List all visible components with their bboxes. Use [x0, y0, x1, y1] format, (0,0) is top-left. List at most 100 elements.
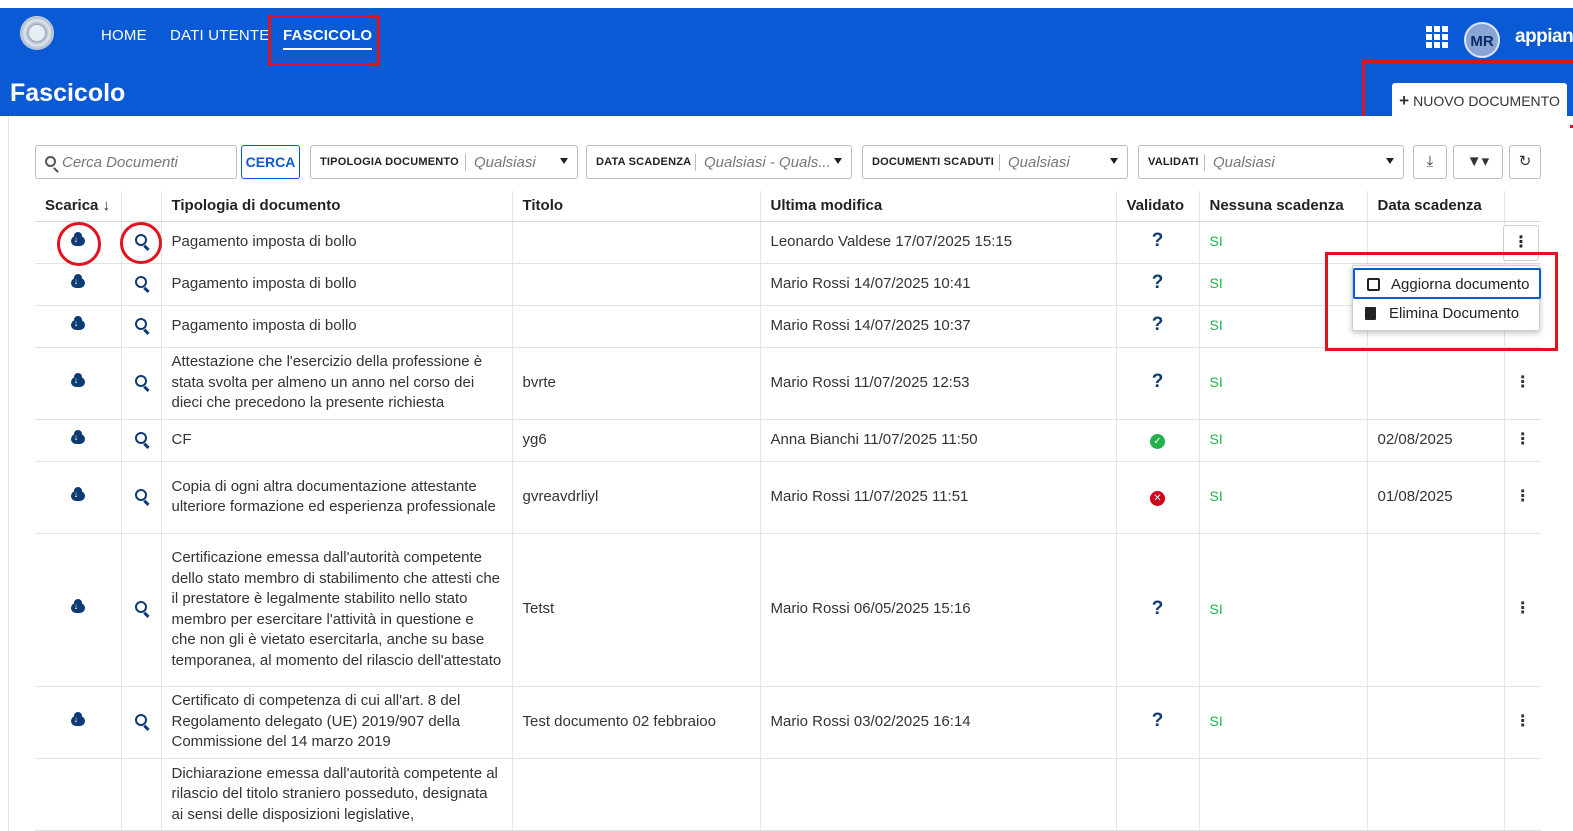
cell-titolo	[511, 263, 760, 306]
download-cloud-icon[interactable]	[70, 486, 85, 501]
cell-data-scadenza	[1366, 533, 1504, 687]
table-row: Dichiarazione emessa dall'autorità compe…	[35, 758, 1541, 831]
filter-data-scadenza[interactable]: DATA SCADENZA Qualsiasi - Quals...	[586, 145, 852, 179]
cell-titolo	[511, 221, 760, 264]
cell-modifica: Mario Rossi 11/07/2025 11:51	[759, 461, 1116, 534]
download-cloud-icon[interactable]	[70, 429, 85, 444]
search-button[interactable]: CERCA	[241, 145, 300, 179]
table-header-row: Scarica ↓ Tipologia di documento Titolo …	[35, 191, 1541, 222]
row-menu-icon[interactable]: ⋮	[1503, 533, 1541, 687]
magnifier-icon[interactable]	[135, 275, 147, 288]
download-cloud-icon[interactable]	[70, 711, 85, 726]
search-icon	[45, 156, 56, 167]
table-row: Copia di ogni altra documentazione attes…	[35, 461, 1541, 534]
cell-modifica: Mario Rossi 14/07/2025 10:41	[759, 263, 1116, 306]
magnifier-icon[interactable]	[135, 317, 147, 330]
app-header: HOME DATI UTENTE FASCICOLO MR appian Fas…	[0, 8, 1573, 118]
table-row: Pagamento imposta di bollo Mario Rossi 1…	[35, 305, 1541, 348]
app-launcher-icon[interactable]	[1426, 26, 1448, 48]
page-title: Fascicolo	[10, 79, 126, 107]
cell-titolo	[511, 758, 760, 831]
cell-modifica: Mario Rossi 03/02/2025 16:14	[759, 686, 1116, 759]
magnifier-icon[interactable]	[135, 713, 147, 726]
export-download-icon[interactable]: ⤓	[1413, 145, 1447, 179]
question-icon: ?	[1151, 272, 1164, 294]
cell-modifica	[759, 758, 1116, 831]
cell-tipologia: Pagamento imposta di bollo	[160, 263, 512, 306]
filter-label: DATA SCADENZA	[596, 156, 692, 168]
question-icon: ?	[1151, 230, 1164, 252]
row-menu-icon[interactable]: ⋮	[1503, 347, 1541, 420]
chevron-down-icon	[560, 158, 568, 164]
row-menu-icon[interactable]: ⋮	[1503, 686, 1541, 759]
magnifier-icon[interactable]	[135, 374, 147, 387]
cell-tipologia: Dichiarazione emessa dall'autorità compe…	[160, 758, 512, 831]
check-circle-icon: ✓	[1150, 433, 1165, 449]
avatar[interactable]: MR	[1464, 22, 1500, 58]
magnifier-icon[interactable]	[135, 601, 147, 614]
filter-label: DOCUMENTI SCADUTI	[872, 156, 994, 168]
row-menu-icon[interactable]: ⋮	[1503, 461, 1541, 534]
cell-tipologia: Pagamento imposta di bollo	[160, 221, 512, 264]
col-preview	[120, 191, 161, 222]
filter-menu-icon[interactable]: ▼▾	[1453, 145, 1503, 179]
filter-value: Qualsiasi - Quals...	[704, 154, 831, 171]
cell-nessuna-scadenza: SI	[1209, 275, 1223, 292]
download-cloud-icon[interactable]	[70, 315, 85, 330]
magnifier-icon[interactable]	[135, 488, 147, 501]
cell-nessuna-scadenza: SI	[1209, 233, 1223, 250]
cell-data-scadenza: 01/08/2025	[1366, 461, 1504, 534]
documents-table: Scarica ↓ Tipologia di documento Titolo …	[35, 191, 1541, 831]
nav-dati-utente[interactable]: DATI UTENTE	[170, 27, 269, 44]
cell-titolo: Test documento 02 febbraioo	[511, 686, 760, 759]
cell-data-scadenza: 02/08/2025	[1366, 419, 1504, 462]
cell-modifica: Mario Rossi 06/05/2025 15:16	[759, 533, 1116, 687]
appian-logo: appian	[1515, 26, 1573, 47]
filter-value: Qualsiasi	[474, 154, 536, 171]
question-icon: ?	[1151, 314, 1164, 336]
table-row: Pagamento imposta di bollo Mario Rossi 1…	[35, 263, 1541, 306]
col-validato: Validato	[1115, 191, 1199, 222]
cell-tipologia: Pagamento imposta di bollo	[160, 305, 512, 348]
row-menu-icon[interactable]: ⋮	[1503, 419, 1541, 462]
cell-nessuna-scadenza: SI	[1209, 713, 1223, 730]
nav-home[interactable]: HOME	[101, 27, 147, 44]
download-cloud-icon[interactable]	[70, 273, 85, 288]
filter-value: Qualsiasi	[1008, 154, 1070, 171]
search-input[interactable]: Cerca Documenti	[62, 154, 178, 171]
filter-documenti-scaduti[interactable]: DOCUMENTI SCADUTI Qualsiasi	[862, 145, 1128, 179]
question-icon: ?	[1151, 710, 1164, 732]
table-row: Certificazione emessa dall'autorità comp…	[35, 533, 1541, 687]
magnifier-icon[interactable]	[135, 431, 147, 444]
col-data-scadenza: Data scadenza	[1366, 191, 1504, 222]
filter-value: Qualsiasi	[1213, 154, 1275, 171]
cell-tipologia: Certificato di competenza di cui all'art…	[160, 686, 512, 759]
cell-nessuna-scadenza: SI	[1209, 600, 1223, 617]
question-icon: ?	[1151, 597, 1164, 619]
highlight-fascicolo-tab	[268, 15, 380, 66]
col-scarica[interactable]: Scarica ↓	[35, 191, 121, 222]
col-ultima-modifica: Ultima modifica	[759, 191, 1116, 222]
highlight-context-menu	[1325, 252, 1558, 351]
question-icon: ?	[1151, 371, 1164, 393]
download-cloud-icon[interactable]	[70, 599, 85, 614]
col-titolo: Titolo	[511, 191, 760, 222]
col-actions	[1503, 191, 1541, 222]
download-cloud-icon[interactable]	[70, 372, 85, 387]
cell-modifica: Mario Rossi 14/07/2025 10:37	[759, 305, 1116, 348]
cell-modifica: Leonardo Valdese 17/07/2025 15:15	[759, 221, 1116, 264]
filter-validati[interactable]: VALIDATI Qualsiasi	[1138, 145, 1404, 179]
highlight-view-icon	[120, 222, 162, 264]
search-field[interactable]: Cerca Documenti	[35, 145, 237, 179]
emblem-logo	[20, 16, 54, 50]
cell-nessuna-scadenza	[1198, 758, 1367, 831]
cell-titolo: gvreavdrliyl	[511, 461, 760, 534]
cell-tipologia: CF	[160, 419, 512, 462]
highlight-download-icon	[57, 222, 101, 266]
cell-nessuna-scadenza: SI	[1209, 317, 1223, 334]
cell-validato	[1115, 758, 1199, 831]
filter-tipologia[interactable]: TIPOLOGIA DOCUMENTO Qualsiasi	[310, 145, 578, 179]
refresh-icon[interactable]: ↻	[1509, 145, 1541, 179]
cell-nessuna-scadenza: SI	[1209, 488, 1223, 505]
cell-nessuna-scadenza: SI	[1209, 374, 1223, 391]
